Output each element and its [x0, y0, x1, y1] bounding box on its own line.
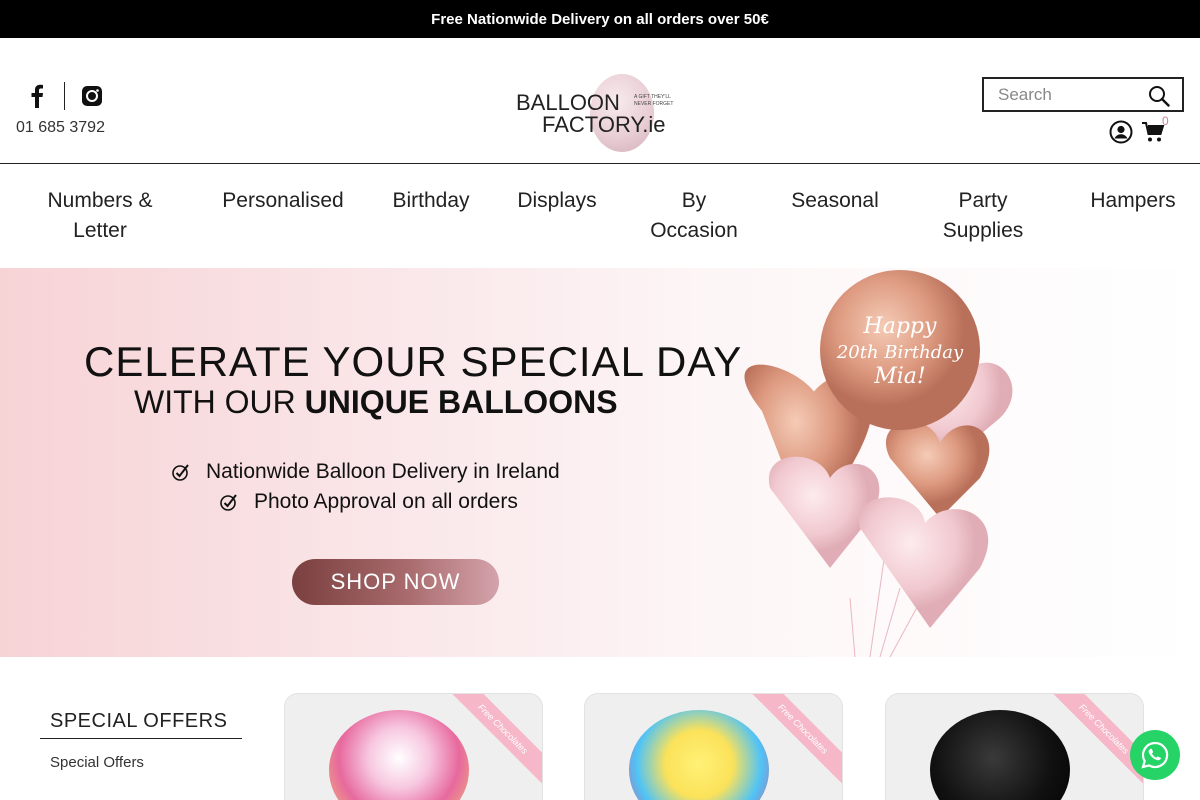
hero-subheadline: WITH OUR UNIQUE BALLOONS [134, 384, 618, 421]
logo-tagline: A GIFT THEY'LL NEVER FORGET [634, 94, 674, 107]
hero-subheadline-prefix: WITH OUR [134, 384, 305, 420]
phone-number[interactable]: 01 685 3792 [16, 119, 105, 137]
social-divider [64, 82, 65, 110]
main-nav: Numbers & Letter Personalised Birthday D… [0, 164, 1200, 268]
sidebar-item-special-offers[interactable]: Special Offers [40, 739, 242, 786]
svg-text:20th Birthday: 20th Birthday [836, 342, 964, 363]
site-logo[interactable]: BALLOON FACTORY.ie A GIFT THEY'LL NEVER … [508, 68, 692, 158]
search-box [982, 77, 1184, 112]
svg-text:Happy: Happy [863, 314, 937, 339]
nav-item-personalised[interactable]: Personalised [210, 186, 356, 216]
nav-item-hampers[interactable]: Hampers [1080, 186, 1186, 216]
hero-feature-delivery: Nationwide Balloon Delivery in Ireland [172, 460, 560, 484]
product-card[interactable]: Free Chocolates [584, 693, 843, 800]
delivery-banner: Free Nationwide Delivery on all orders o… [0, 0, 1200, 38]
social-links [26, 82, 103, 110]
search-icon[interactable] [1148, 85, 1170, 107]
whatsapp-button[interactable] [1130, 730, 1180, 780]
shop-now-button[interactable]: SHOP NOW [292, 559, 499, 605]
sidebar-title: SPECIAL OFFERS [40, 700, 242, 739]
check-icon [220, 494, 237, 511]
search-input[interactable] [998, 84, 1148, 105]
svg-text:Mia!: Mia! [873, 364, 926, 389]
hero-feature-delivery-text: Nationwide Balloon Delivery in Ireland [206, 460, 560, 483]
logo-line2: FACTORY.ie [542, 112, 666, 137]
offers-sidebar: SPECIAL OFFERS Special Offers [40, 700, 242, 786]
hero-headline: CELERATE YOUR SPECIAL DAY [84, 338, 743, 385]
cart-count-badge: 0 [1162, 114, 1169, 128]
nav-item-party-supplies[interactable]: Party Supplies [928, 186, 1038, 246]
account-icon[interactable] [1109, 120, 1133, 144]
hero-feature-approval-text: Photo Approval on all orders [254, 490, 518, 513]
hero-feature-approval: Photo Approval on all orders [220, 490, 518, 514]
facebook-icon[interactable] [26, 82, 48, 110]
hero-subheadline-bold: UNIQUE BALLOONS [304, 384, 618, 420]
product-card[interactable]: Free Chocolates [885, 693, 1144, 800]
product-image [629, 710, 769, 800]
product-image [329, 710, 469, 800]
hero-balloons-image: Happy 20th Birthday Mia! [744, 270, 1013, 657]
product-image [930, 710, 1070, 800]
delivery-banner-text: Free Nationwide Delivery on all orders o… [431, 10, 769, 28]
nav-item-displays[interactable]: Displays [506, 186, 608, 216]
check-icon [172, 464, 189, 481]
nav-item-birthday[interactable]: Birthday [380, 186, 482, 216]
whatsapp-icon [1141, 741, 1169, 769]
product-card[interactable]: Free Chocolates [284, 693, 543, 800]
hero-banner[interactable]: CELERATE YOUR SPECIAL DAY WITH OUR UNIQU… [0, 268, 1200, 657]
nav-item-by-occasion[interactable]: By Occasion [639, 186, 749, 246]
nav-item-numbers-letter[interactable]: Numbers & Letter [30, 186, 170, 246]
instagram-icon[interactable] [81, 85, 103, 107]
nav-item-seasonal[interactable]: Seasonal [780, 186, 890, 216]
site-header: 01 685 3792 BALLOON FACTORY.ie A GIFT TH… [0, 38, 1200, 164]
